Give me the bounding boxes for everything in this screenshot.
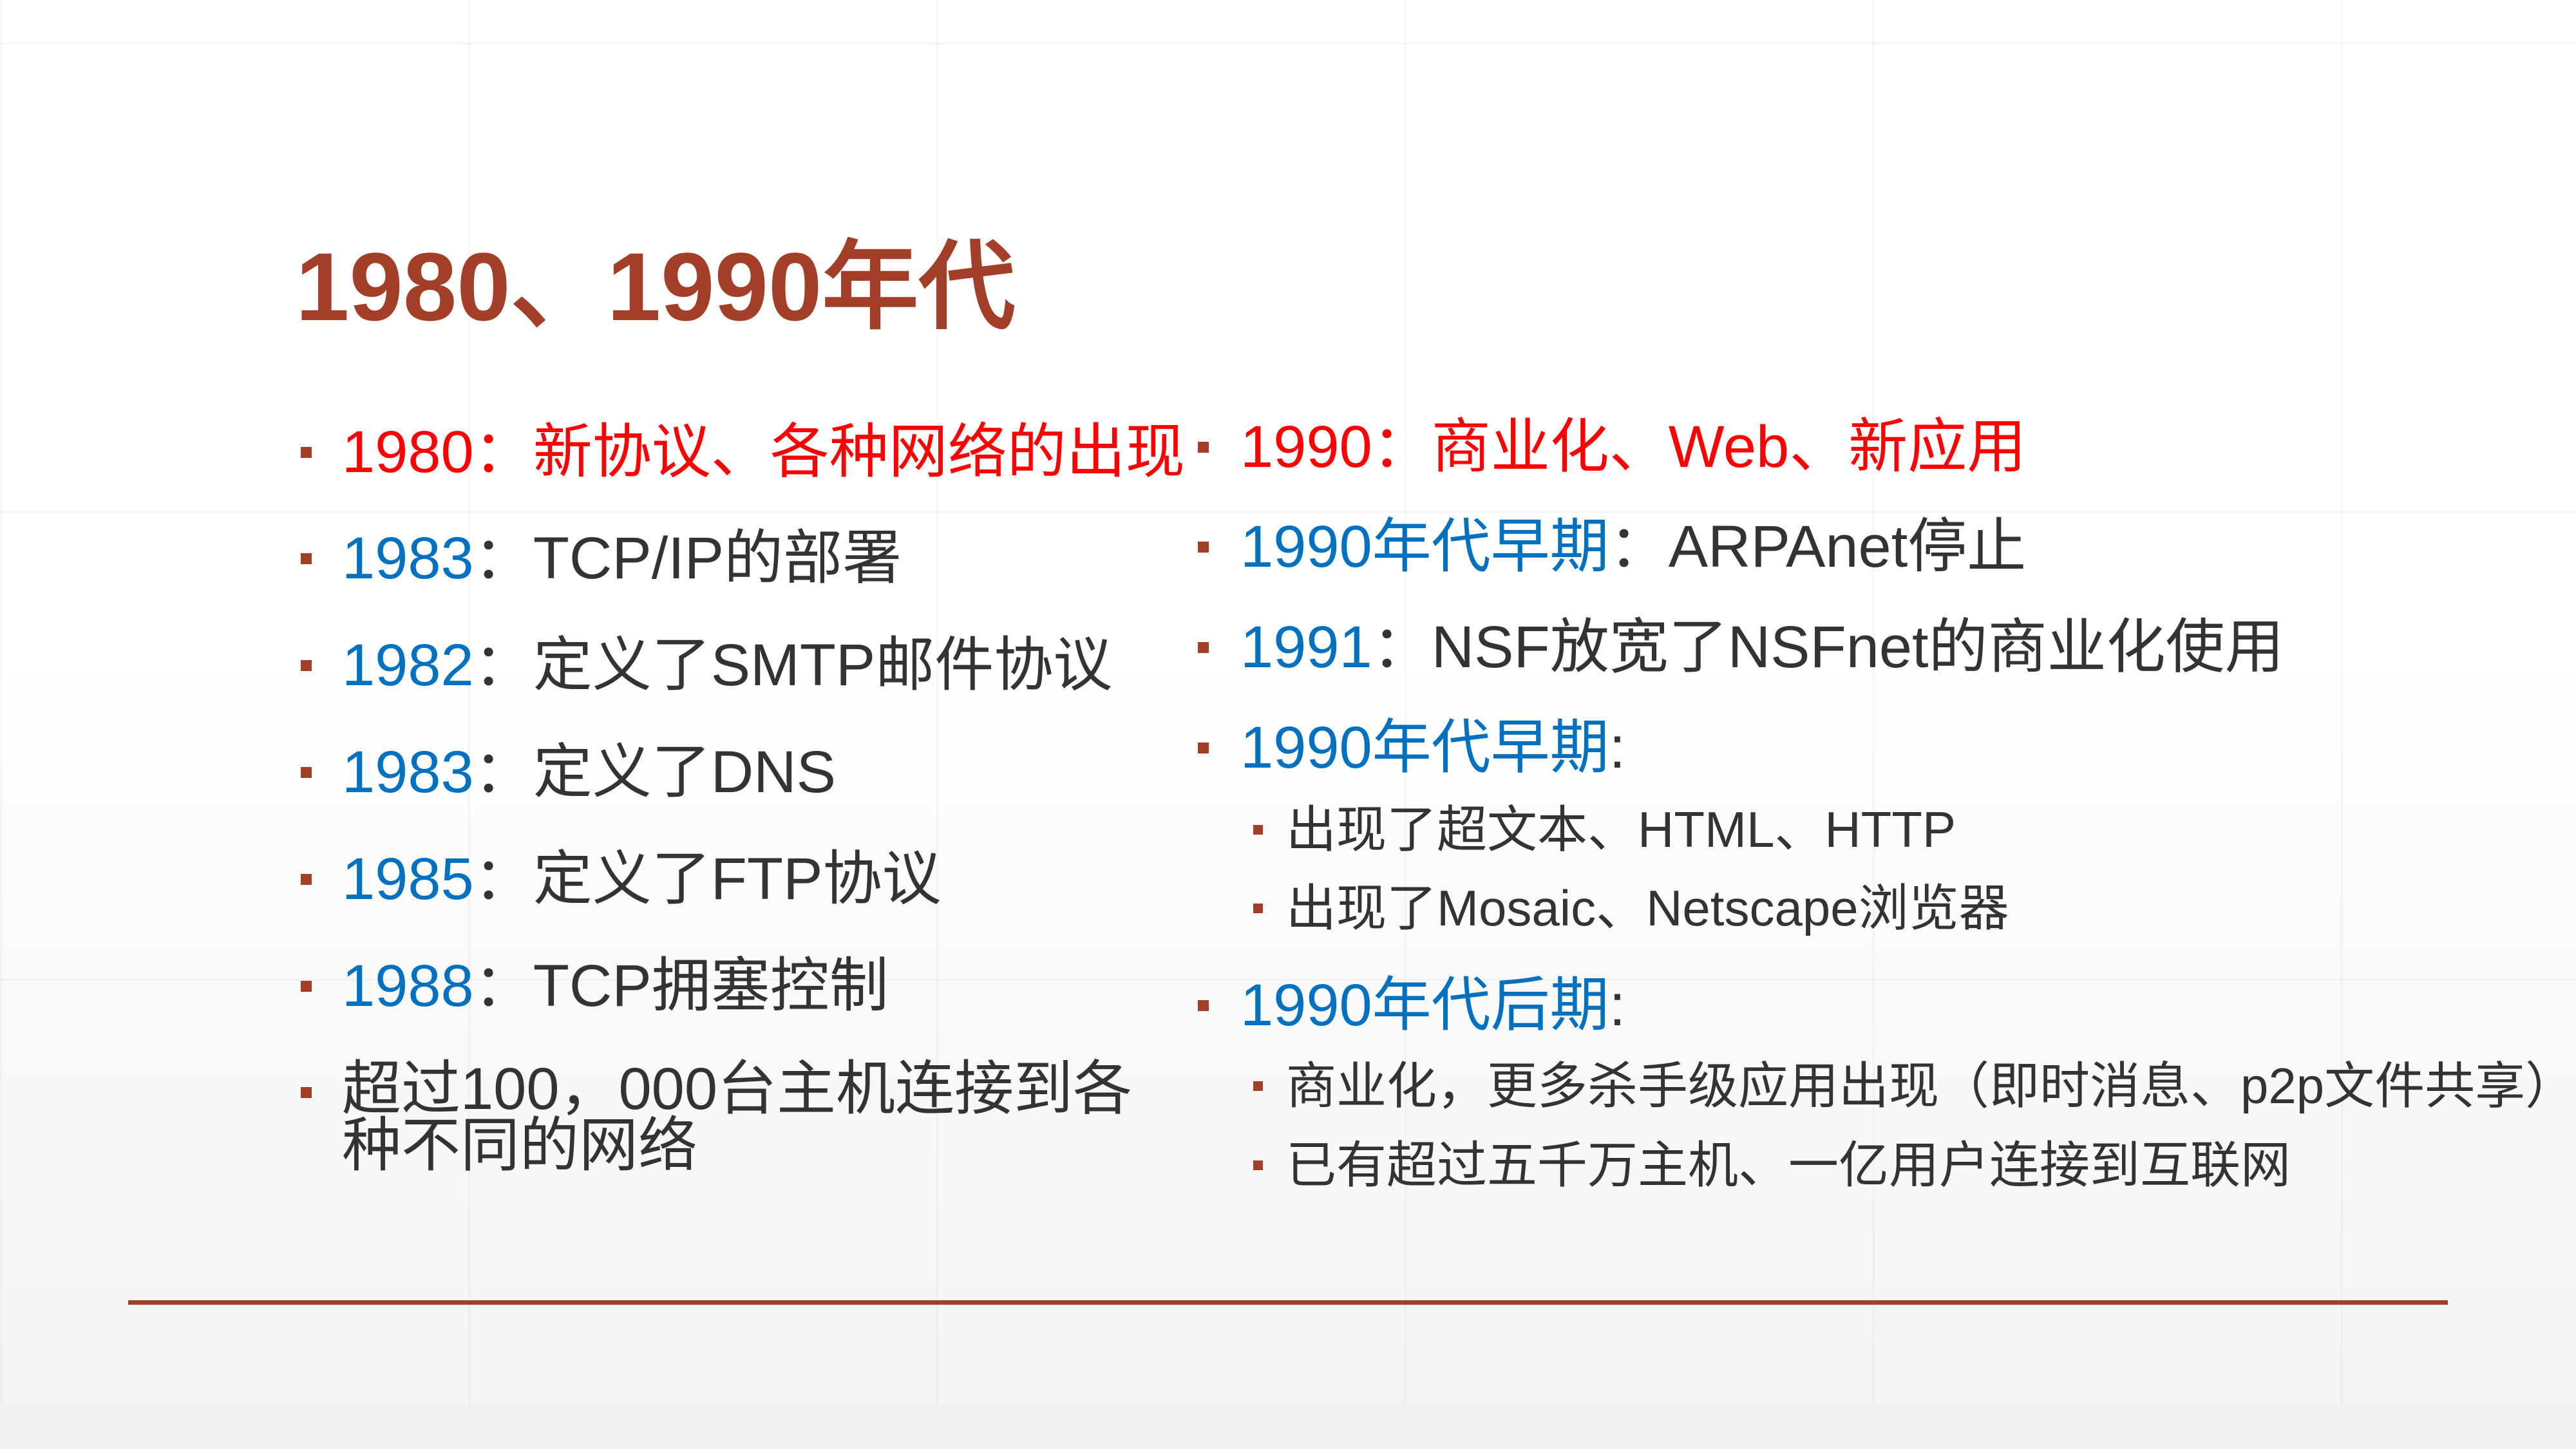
item-text: 出现了超文本、HTML、HTTP [1286, 801, 1956, 858]
item-text: 已有超过五千万主机、一亿用户连接到互联网 [1286, 1137, 2291, 1193]
bullet-icon [301, 660, 312, 671]
item-sep: ： [1609, 514, 1669, 580]
item-text: 商业化、Web、新应用 [1431, 414, 2027, 480]
item-year: 1990年代早期 [1240, 514, 1609, 580]
item-text-line-2: 种不同的网络 [342, 1113, 698, 1179]
item-year: 1991 [1240, 614, 1372, 680]
footer-divider [128, 1300, 2448, 1305]
item-text: ARPAnet停止 [1668, 514, 2027, 580]
item-year: 1990年代早期 [1240, 715, 1609, 781]
item-year: 1990年代后期 [1240, 972, 1609, 1038]
bullet-icon [1198, 542, 1209, 553]
item-sep: ： [473, 526, 533, 591]
bullet-icon [1253, 904, 1263, 913]
item-year: 1988 [342, 953, 474, 1019]
bullet-icon [1198, 1000, 1209, 1011]
slide-title: 1980、1990年代 [296, 232, 1016, 341]
item-year: 1990 [1240, 414, 1372, 480]
item-year: 1983 [342, 739, 474, 805]
item-sep: ： [473, 953, 533, 1019]
item-year: 1985 [342, 846, 474, 912]
bullet-icon [301, 447, 312, 458]
item-text: 新协议、各种网络的出现 [533, 419, 1185, 485]
bullet-icon [301, 981, 312, 992]
item-text: TCP/IP的部署 [533, 526, 902, 591]
item-year: 1982 [342, 632, 474, 698]
bullet-icon [1198, 442, 1209, 453]
item-text: TCP拥塞控制 [533, 953, 889, 1019]
item-year: 1983 [342, 526, 474, 591]
item-sep: ： [1372, 414, 1432, 480]
item-text-line-1: 超过100，000台主机连接到各 [342, 1056, 1132, 1122]
item-sep: : [1609, 972, 1626, 1038]
item-text: 出现了Mosaic、Netscape浏览器 [1286, 880, 2009, 936]
bullet-icon [1198, 743, 1209, 753]
bullet-icon [1253, 1081, 1263, 1091]
item-sep: ： [473, 846, 533, 912]
bullet-icon [301, 553, 312, 564]
item-sep: ： [473, 632, 533, 698]
item-sep: ： [473, 739, 533, 805]
item-sep: ： [473, 419, 533, 485]
footer-band [0, 1405, 2576, 1449]
item-sep: : [1609, 715, 1626, 781]
item-text: NSF放宽了NSFnet的商业化使用 [1431, 614, 2284, 680]
bullet-icon [301, 767, 312, 778]
bullet-icon [301, 874, 312, 885]
item-text: 商业化，更多杀手级应用出现（即时消息、p2p文件共享） [1286, 1057, 2576, 1114]
item-text: 定义了FTP协议 [533, 846, 942, 912]
item-sep: ： [1372, 614, 1432, 680]
bullet-icon [1198, 642, 1209, 653]
item-year: 1980 [342, 419, 474, 485]
bullet-icon [1253, 1160, 1263, 1170]
item-text: 定义了SMTP邮件协议 [533, 632, 1113, 698]
bullet-icon [1253, 825, 1263, 835]
item-text: 定义了DNS [533, 739, 836, 805]
bullet-icon [301, 1087, 312, 1098]
